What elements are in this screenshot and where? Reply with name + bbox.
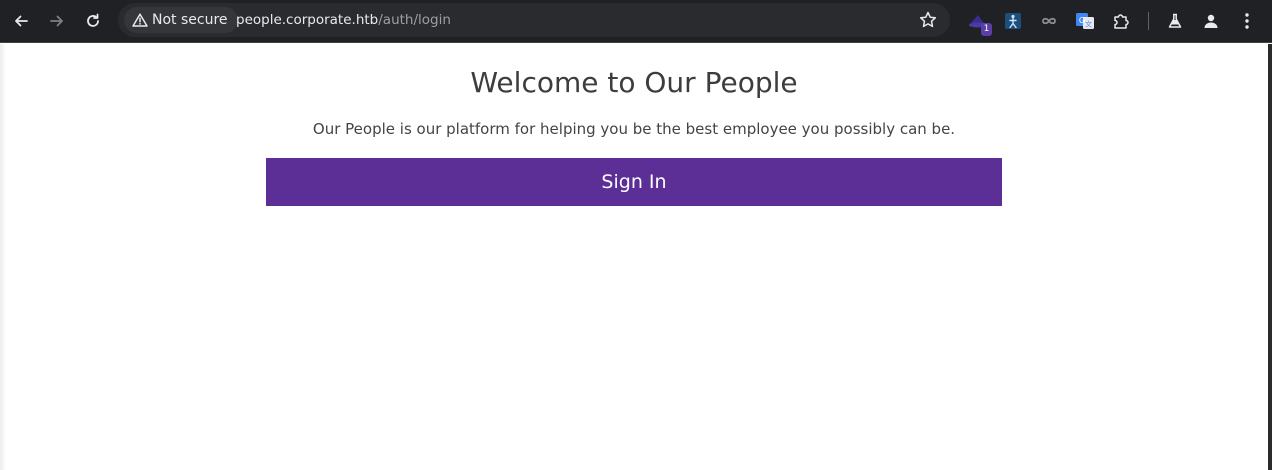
extension-badge: 1: [981, 23, 992, 36]
page-subtitle: Our People is our platform for helping y…: [312, 120, 956, 138]
page-edge-shadow: [0, 44, 6, 470]
back-button[interactable]: [6, 6, 36, 36]
browser-menu-button[interactable]: [1235, 9, 1259, 33]
browser-toolbar: Not secure people.corporate.htb/auth/log…: [0, 0, 1272, 43]
arrow-left-icon: [15, 15, 28, 27]
window-edge: [1268, 44, 1272, 470]
page-title: Welcome to Our People: [470, 66, 798, 99]
security-indicator[interactable]: Not secure: [124, 7, 238, 33]
bookmark-button[interactable]: [918, 10, 938, 30]
extension-button-3[interactable]: [1037, 9, 1061, 33]
labs-button[interactable]: [1163, 9, 1187, 33]
profile-button[interactable]: [1199, 9, 1223, 33]
reload-button[interactable]: [78, 6, 108, 36]
url-path: /auth/login: [378, 12, 451, 28]
arrow-right-icon: [50, 15, 63, 27]
svg-text:文: 文: [1085, 20, 1092, 29]
security-label: Not secure: [152, 12, 228, 28]
sign-in-button[interactable]: Sign In: [266, 158, 1002, 206]
puzzle-icon: [1114, 14, 1129, 29]
extension-button-2[interactable]: [1001, 9, 1025, 33]
warning-icon: [132, 13, 148, 27]
translate-icon: G 文: [1076, 13, 1094, 29]
page-content: Welcome to Our People Our People is our …: [0, 44, 1268, 470]
url-host: people.corporate.htb: [236, 12, 379, 28]
kebab-menu-icon: [1245, 13, 1249, 29]
extension-button-1[interactable]: 1: [966, 9, 992, 36]
toolbar-divider: [1148, 12, 1149, 30]
flask-icon: [1168, 13, 1182, 28]
person-icon: [1204, 14, 1218, 28]
star-icon: [919, 11, 937, 28]
forward-button[interactable]: [42, 6, 72, 36]
infinity-icon: [1042, 17, 1056, 25]
extensions-button[interactable]: [1109, 9, 1133, 33]
reload-icon: [87, 13, 99, 27]
walker-icon: [1005, 13, 1021, 29]
address-bar[interactable]: Not secure people.corporate.htb/auth/log…: [118, 3, 950, 37]
url-text[interactable]: people.corporate.htb/auth/login: [236, 3, 451, 37]
extension-button-4[interactable]: G 文: [1073, 9, 1097, 33]
